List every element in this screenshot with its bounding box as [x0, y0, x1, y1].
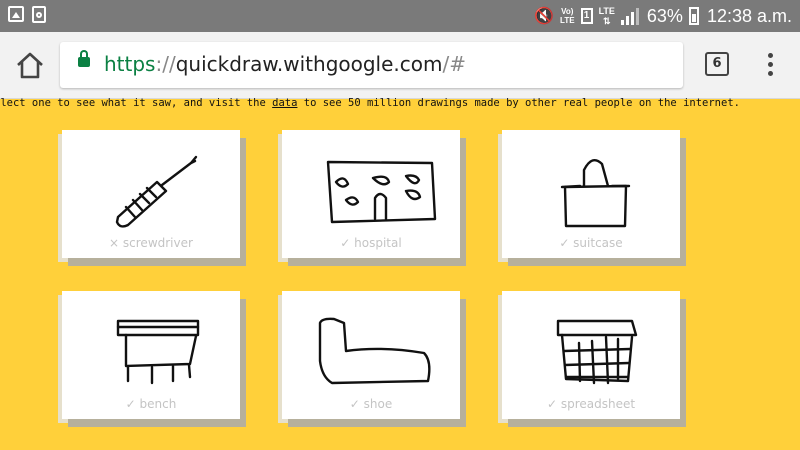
- home-button[interactable]: [14, 50, 46, 80]
- url-path: /#: [442, 52, 467, 76]
- intro-text-before: elect one to see what it saw, and visit …: [0, 97, 273, 109]
- clock: 12:38 a.m.: [706, 5, 792, 26]
- notification-icons: [8, 6, 46, 23]
- intro-text-after: to see 50 million drawings made by other…: [297, 97, 740, 109]
- menu-dot-icon: [767, 71, 773, 76]
- battery-percent: 63%: [646, 5, 683, 26]
- status-bar: 🔇 Vo) LTE 1 LTE ⇅ 63% 12:38 a.m.: [0, 0, 800, 32]
- intro-text: elect one to see what it saw, and visit …: [0, 97, 800, 111]
- drawing-card-bench[interactable]: ✓ bench: [62, 291, 240, 419]
- card-label: ✓ shoe: [349, 397, 393, 411]
- drawing-card-screwdriver[interactable]: × screwdriver: [62, 130, 240, 258]
- browser-toolbar: https://quickdraw.withgoogle.com/# 6: [0, 32, 800, 99]
- url-separator: ://: [155, 52, 176, 76]
- volte-indicator: Vo) LTE: [560, 7, 575, 25]
- card-label: ✓ spreadsheet: [546, 397, 636, 411]
- address-bar[interactable]: https://quickdraw.withgoogle.com/#: [60, 42, 683, 88]
- system-indicators: 🔇 Vo) LTE 1 LTE ⇅ 63% 12:38 a.m.: [534, 0, 792, 32]
- drawing-card-spreadsheet[interactable]: ✓ spreadsheet: [502, 291, 680, 419]
- sim-slot-icon: 1: [580, 8, 593, 24]
- menu-dot-icon: [767, 62, 773, 67]
- battery-icon: [688, 7, 699, 25]
- url-text[interactable]: https://quickdraw.withgoogle.com/#: [104, 52, 466, 76]
- drawing-card-hospital[interactable]: ✓ hospital: [282, 130, 460, 258]
- lte-indicator: LTE ⇅: [598, 6, 615, 26]
- download-notification-icon: [32, 6, 46, 23]
- drawing-card-shoe[interactable]: ✓ shoe: [282, 291, 460, 419]
- card-label: × screwdriver: [109, 236, 193, 250]
- home-icon: [17, 52, 43, 79]
- url-scheme: https: [104, 52, 156, 76]
- menu-dot-icon: [767, 53, 773, 58]
- card-label: ✓ suitcase: [559, 236, 623, 250]
- overflow-menu-button[interactable]: [766, 53, 774, 77]
- image-notification-icon: [8, 6, 24, 22]
- card-label: ✓ bench: [125, 397, 177, 411]
- drawing-card-suitcase[interactable]: ✓ suitcase: [502, 130, 680, 258]
- lock-icon: [78, 50, 90, 67]
- signal-strength-icon: [620, 7, 641, 25]
- data-link[interactable]: data: [272, 97, 297, 109]
- url-host: quickdraw.withgoogle.com: [175, 52, 443, 76]
- tab-switcher-button[interactable]: 6: [705, 52, 729, 76]
- mute-icon: 🔇: [534, 8, 555, 25]
- card-label: ✓ hospital: [340, 236, 402, 250]
